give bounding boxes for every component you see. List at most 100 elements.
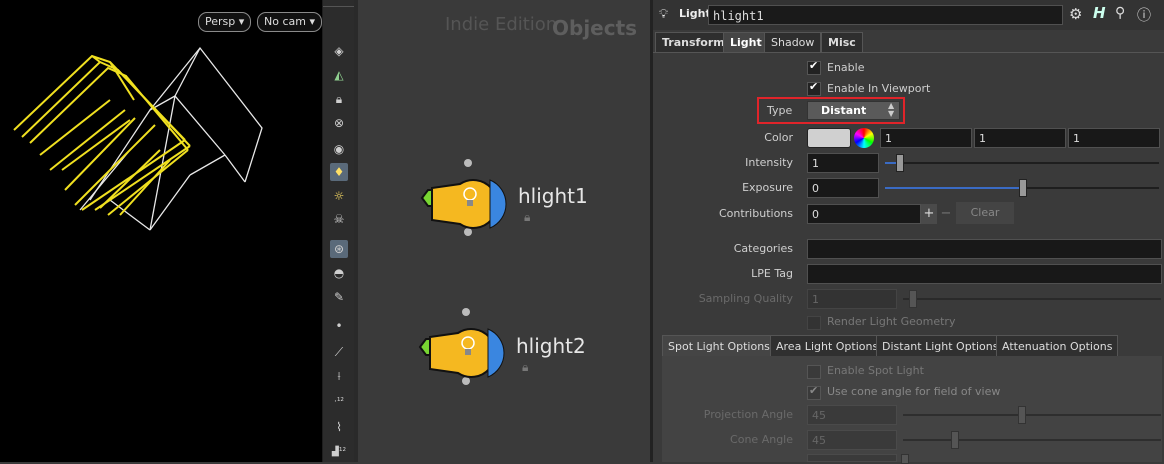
cone-delta-field: [807, 454, 897, 462]
visibility-icon[interactable]: ◓: [330, 264, 348, 282]
exposure-slider-knob[interactable]: [1019, 179, 1027, 197]
exposure-field[interactable]: 0: [807, 178, 879, 198]
enable-viewport-checkbox[interactable]: [807, 80, 821, 96]
color-r-field[interactable]: 1: [880, 128, 972, 148]
bulb-outline-icon[interactable]: ☼: [330, 187, 348, 205]
brush-icon[interactable]: ⟋: [330, 343, 348, 361]
subtab-area-light[interactable]: Area Light Options: [770, 335, 885, 356]
categories-label: Categories: [733, 242, 793, 255]
snap-icon[interactable]: ⊗: [330, 114, 348, 132]
light-node-icon: [418, 308, 505, 385]
sampling-quality-slider-knob: [909, 290, 917, 308]
light-node-icon: [420, 159, 507, 236]
exposure-label: Exposure: [742, 181, 793, 194]
lock-icon[interactable]: 🔒︎: [524, 210, 530, 225]
node-name-label: hlight1: [518, 184, 588, 208]
cone-delta-slider-knob: [901, 454, 909, 464]
enable-checkbox[interactable]: [807, 59, 821, 75]
scene-viewport[interactable]: Persp ▾ No cam ▾: [0, 0, 322, 462]
lpe-tag-label: LPE Tag: [751, 267, 793, 280]
toolbar-grip[interactable]: [323, 6, 355, 15]
render-geometry-label: Render Light Geometry: [827, 315, 956, 328]
cone-angle-slider-track: [903, 439, 1161, 441]
geometry-icon[interactable]: ◭: [330, 66, 348, 84]
camera-tool-icon[interactable]: ✎: [330, 288, 348, 306]
sampling-quality-field: 1: [807, 289, 897, 309]
cone-angle-label: Cone Angle: [730, 433, 793, 446]
categories-field[interactable]: [807, 239, 1162, 259]
intensity-label: Intensity: [745, 156, 793, 169]
perspective-label: Persp: [205, 15, 236, 28]
network-editor[interactable]: Indie Edition Objects hlight1 🔒︎ hlight2…: [358, 0, 650, 462]
chevron-down-icon: ▾: [238, 15, 245, 28]
sweep-icon[interactable]: ⌇: [330, 418, 348, 436]
intensity-field[interactable]: 1: [807, 153, 879, 173]
chevron-updown-icon: ▲ ▼: [888, 101, 895, 118]
cone-fov-label: Use cone angle for field of view: [827, 385, 1001, 398]
intensity-slider-knob[interactable]: [896, 154, 904, 172]
color-g-field[interactable]: 1: [974, 128, 1066, 148]
color-wheel-icon[interactable]: [854, 128, 874, 148]
sampling-quality-label: Sampling Quality: [698, 292, 793, 305]
projection-angle-label: Projection Angle: [703, 408, 793, 421]
intensity-slider-track[interactable]: [885, 162, 1159, 164]
lpe-tag-field[interactable]: [807, 264, 1162, 284]
view-icon[interactable]: ◈: [330, 42, 348, 60]
contributions-label: Contributions: [718, 207, 793, 220]
subtab-distant-light[interactable]: Distant Light Options: [876, 335, 1005, 356]
clear-button[interactable]: Clear: [956, 202, 1014, 224]
add-icon[interactable]: +: [921, 204, 937, 224]
vertex-12b-icon[interactable]: ▟¹²: [330, 443, 348, 461]
pin-icon[interactable]: ⟊: [330, 367, 348, 385]
projection-angle-field: 45: [807, 405, 897, 425]
camera-icon[interactable]: ◉: [330, 140, 348, 158]
dot-icon[interactable]: •: [330, 317, 348, 335]
render-geometry-checkbox: [807, 316, 821, 330]
camera-menu[interactable]: No cam ▾: [257, 12, 322, 32]
tab-light[interactable]: Light: [723, 32, 769, 52]
enable-viewport-label: Enable In Viewport: [827, 82, 931, 95]
perspective-menu[interactable]: Persp ▾: [198, 12, 252, 32]
type-dropdown[interactable]: Distant ▲ ▼: [807, 101, 900, 120]
cone-angle-slider-knob: [951, 431, 959, 449]
contributions-field[interactable]: 0: [807, 204, 921, 224]
projection-angle-slider-knob: [1018, 406, 1026, 424]
lock-icon[interactable]: 🔒︎: [522, 360, 528, 375]
param-header: 💡︎ Light hlight1 ⚙ H ⚲ ⓘ: [653, 0, 1164, 30]
tab-misc[interactable]: Misc: [821, 32, 863, 52]
light-bulb-icon: 💡︎: [659, 7, 669, 22]
subtab-spot-light[interactable]: Spot Light Options: [662, 335, 776, 356]
gear-icon[interactable]: ⚙: [1069, 5, 1082, 23]
node-hlight1[interactable]: hlight1 🔒︎: [418, 158, 588, 238]
edition-watermark: Indie Edition: [445, 14, 558, 35]
info-icon[interactable]: ⓘ: [1137, 5, 1151, 25]
viewport-toolbar: ◈ ◭ 🔒︎ ⊗ ◉ ♦ ☼ ☠ ⊛ ◓ ✎ • ⟋ ⟊ ·¹² ⌇ ▟¹²: [322, 0, 355, 462]
search-icon[interactable]: ⚲: [1115, 5, 1125, 21]
render-icon[interactable]: ⊛: [330, 240, 348, 258]
camera-label: No cam: [264, 15, 306, 28]
tab-transform[interactable]: Transform: [655, 32, 732, 52]
skull-icon[interactable]: ☠: [330, 210, 348, 228]
color-swatch[interactable]: [807, 128, 851, 148]
node-name-field[interactable]: hlight1: [708, 5, 1063, 25]
type-label: Type: [767, 104, 793, 117]
enable-spot-checkbox: [807, 365, 821, 379]
remove-icon[interactable]: −: [938, 204, 954, 224]
cone-angle-field: 45: [807, 430, 897, 450]
parameter-editor: 💡︎ Light hlight1 ⚙ H ⚲ ⓘ Transform Light…: [653, 0, 1164, 464]
projection-angle-slider-track: [903, 414, 1161, 416]
node-name-label: hlight2: [516, 334, 586, 358]
type-value: Distant: [821, 104, 867, 117]
chevron-down-icon: ▾: [309, 15, 315, 28]
network-context-title: Objects: [552, 16, 638, 40]
cone-delta-label: [653, 452, 793, 462]
subtab-attenuation[interactable]: Attenuation Options: [996, 335, 1119, 356]
lock-icon[interactable]: 🔒︎: [330, 90, 348, 108]
vertex-12-icon[interactable]: ·¹²: [330, 393, 348, 411]
node-hlight2[interactable]: hlight2 🔒︎: [416, 307, 586, 387]
cone-fov-checkbox: [807, 384, 821, 400]
help-icon[interactable]: H: [1093, 4, 1106, 22]
light-bulb-icon[interactable]: ♦: [330, 163, 348, 181]
color-b-field[interactable]: 1: [1068, 128, 1160, 148]
tab-shadow[interactable]: Shadow: [764, 32, 822, 52]
